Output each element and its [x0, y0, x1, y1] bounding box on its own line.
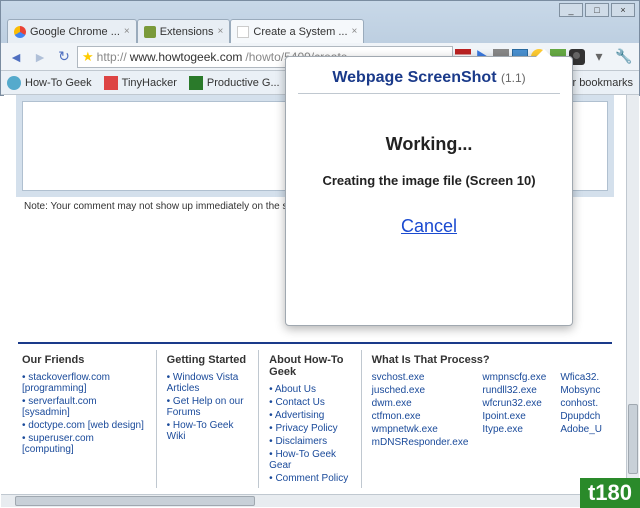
popup-version: (1.1): [501, 71, 526, 85]
process-link[interactable]: Ipoint.exe: [482, 411, 546, 422]
footer-columns: Our Friends stackoverflow.com [programmi…: [4, 350, 626, 488]
footer-heading: About How-To Geek: [269, 354, 351, 378]
footer-link[interactable]: serverfault.com [sysadmin]: [22, 396, 146, 418]
footer-link[interactable]: Comment Policy: [269, 473, 351, 484]
process-link[interactable]: Mobsync: [560, 385, 602, 396]
forward-button[interactable]: ►: [29, 46, 51, 68]
reload-button[interactable]: ↻: [53, 46, 75, 68]
tab-strip: Google Chrome ... × Extensions × Create …: [1, 19, 639, 43]
horizontal-scrollbar[interactable]: [1, 494, 626, 507]
popup-working-label: Working...: [298, 134, 560, 155]
process-link[interactable]: rundll32.exe: [482, 385, 546, 396]
url-domain: www.howtogeek.com: [130, 50, 243, 64]
watermark: t180: [580, 478, 640, 508]
footer-link[interactable]: superuser.com [computing]: [22, 433, 146, 455]
footer-link[interactable]: Privacy Policy: [269, 423, 351, 434]
minimize-button[interactable]: _: [559, 3, 583, 17]
scrollbar-thumb[interactable]: [15, 496, 255, 506]
footer-heading: Our Friends: [22, 354, 146, 366]
tab-create-system[interactable]: Create a System ... ×: [230, 19, 364, 43]
cancel-link[interactable]: Cancel: [401, 216, 457, 236]
page-favicon: [237, 26, 249, 38]
footer-heading: What Is That Process?: [372, 354, 602, 366]
footer-link[interactable]: Disclaimers: [269, 436, 351, 447]
bookmark-tinyhacker[interactable]: TinyHacker: [104, 76, 177, 90]
bookmark-label: Productive G...: [207, 77, 280, 89]
process-link[interactable]: ctfmon.exe: [372, 411, 469, 422]
close-window-button[interactable]: ×: [611, 3, 635, 17]
popup-status-text: Creating the image file (Screen 10): [298, 173, 560, 188]
extensions-favicon: [144, 26, 156, 38]
maximize-button[interactable]: □: [585, 3, 609, 17]
globe-icon: [7, 76, 21, 90]
process-link[interactable]: Adobe_U: [560, 424, 602, 435]
close-icon[interactable]: ×: [352, 26, 358, 37]
screenshot-popup: Webpage ScreenShot (1.1) Working... Crea…: [285, 56, 573, 326]
process-link[interactable]: mDNSResponder.exe: [372, 437, 469, 448]
page-menu-icon[interactable]: ▾: [588, 46, 610, 68]
chrome-favicon: [14, 26, 26, 38]
wrench-icon[interactable]: 🔧: [613, 46, 635, 68]
url-protocol: http://: [97, 50, 127, 64]
process-link[interactable]: wfcrun32.exe: [482, 398, 546, 409]
footer-link[interactable]: How-To Geek Gear: [269, 449, 351, 471]
tab-label: Extensions: [160, 26, 214, 38]
process-link[interactable]: Dpupdch: [560, 411, 602, 422]
scrollbar-thumb[interactable]: [628, 404, 638, 474]
vertical-scrollbar[interactable]: [626, 95, 639, 488]
process-link[interactable]: jusched.exe: [372, 385, 469, 396]
tab-label: Create a System ...: [253, 26, 347, 38]
tab-extensions[interactable]: Extensions ×: [137, 19, 231, 43]
close-icon[interactable]: ×: [124, 26, 130, 37]
process-link[interactable]: svchost.exe: [372, 372, 469, 383]
footer-link[interactable]: stackoverflow.com [programming]: [22, 372, 146, 394]
bookmark-label: TinyHacker: [122, 77, 177, 89]
footer-heading: Getting Started: [167, 354, 249, 366]
process-link[interactable]: wmpnscfg.exe: [482, 372, 546, 383]
bookmark-label: How-To Geek: [25, 77, 92, 89]
window-titlebar: _ □ ×: [1, 1, 639, 19]
bookmark-howtogeek[interactable]: How-To Geek: [7, 76, 92, 90]
close-icon[interactable]: ×: [218, 26, 224, 37]
popup-arrow: [536, 49, 552, 57]
tab-label: Google Chrome ...: [30, 26, 120, 38]
favicon-icon: [189, 76, 203, 90]
back-button[interactable]: ◄: [5, 46, 27, 68]
footer-divider: [18, 342, 612, 344]
bookmark-productive[interactable]: Productive G...: [189, 76, 280, 90]
tab-google-chrome[interactable]: Google Chrome ... ×: [7, 19, 137, 43]
process-link[interactable]: Itype.exe: [482, 424, 546, 435]
footer-link[interactable]: Get Help on our Forums: [167, 396, 249, 418]
favicon-icon: [104, 76, 118, 90]
footer-link[interactable]: Contact Us: [269, 397, 351, 408]
process-link[interactable]: dwm.exe: [372, 398, 469, 409]
footer-link[interactable]: How-To Geek Wiki: [167, 420, 249, 442]
process-link[interactable]: wmpnetwk.exe: [372, 424, 469, 435]
process-link[interactable]: conhost.: [560, 398, 602, 409]
process-link[interactable]: Wfica32.: [560, 372, 602, 383]
footer-link[interactable]: Advertising: [269, 410, 351, 421]
popup-title: Webpage ScreenShot (1.1): [298, 69, 560, 94]
footer-link[interactable]: Windows Vista Articles: [167, 372, 249, 394]
bookmark-star-icon[interactable]: ★: [82, 49, 94, 65]
footer-link[interactable]: About Us: [269, 384, 351, 395]
footer-link[interactable]: doctype.com [web design]: [22, 420, 146, 431]
